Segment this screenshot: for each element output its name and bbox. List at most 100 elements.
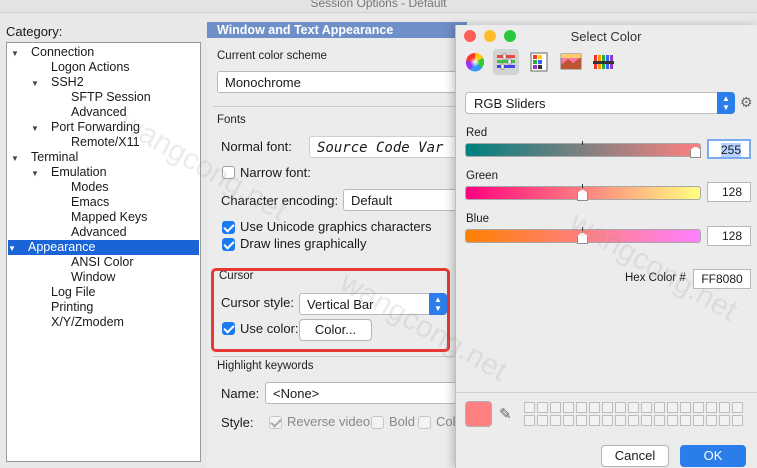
category-item[interactable]: Log File [31,285,95,300]
custom-swatch[interactable] [563,402,574,413]
red-slider[interactable] [465,143,701,157]
image-palettes-tab[interactable] [558,49,584,75]
blue-value-field[interactable]: 128 [707,226,751,246]
category-item-label: ANSI Color [71,255,134,269]
encoding-label: Character encoding: [221,193,339,208]
category-item-label: X/Y/Zmodem [51,315,124,329]
category-item-label: Terminal [31,150,79,164]
category-item-label: Window [71,270,116,284]
category-item[interactable]: Logon Actions [31,60,130,75]
custom-swatch[interactable] [732,415,743,426]
custom-swatch[interactable] [615,415,626,426]
custom-swatch[interactable] [524,402,535,413]
ok-button[interactable]: OK [680,445,746,467]
custom-swatch[interactable] [680,402,691,413]
custom-swatch[interactable] [706,415,717,426]
custom-swatch[interactable] [563,415,574,426]
custom-swatch[interactable] [628,415,639,426]
crayons-tab[interactable] [590,49,616,75]
current-color-swatch[interactable] [465,401,492,427]
custom-swatch[interactable] [667,415,678,426]
custom-swatch[interactable] [693,402,704,413]
disclosure-triangle-icon[interactable]: ▼ [11,151,23,166]
category-item[interactable]: Advanced [51,105,127,120]
disclosure-triangle-icon[interactable]: ▼ [31,166,43,181]
custom-swatch[interactable] [537,415,548,426]
custom-swatch[interactable] [615,402,626,413]
category-item[interactable]: Emacs [51,195,109,210]
color-checkbox[interactable] [418,416,431,429]
color-label: Col [436,414,455,429]
category-item[interactable]: Printing [31,300,93,315]
custom-swatch[interactable] [537,402,548,413]
category-item[interactable]: ▼ Terminal [11,150,78,165]
custom-swatch[interactable] [732,402,743,413]
normal-font-field[interactable]: Source Code Var [309,136,457,158]
image-palette-icon [560,53,582,70]
category-item[interactable]: Mapped Keys [51,210,147,225]
category-item[interactable]: SFTP Session [51,90,151,105]
category-item[interactable]: X/Y/Zmodem [31,315,124,330]
custom-swatch[interactable] [706,402,717,413]
eyedropper-icon[interactable]: ✎ [499,405,512,423]
color-scheme-select[interactable]: Monochrome [217,71,457,93]
custom-swatch[interactable] [524,415,535,426]
encoding-select[interactable]: Default [343,189,457,211]
custom-swatch[interactable] [576,415,587,426]
red-label: Red [466,127,488,139]
gear-icon[interactable]: ⚙ [740,94,753,111]
custom-swatch[interactable] [680,415,691,426]
green-slider-midtick [582,184,583,188]
window-title-bar: Session Options - Default [0,0,757,13]
color-mode-select[interactable]: RGB Sliders ▲ ▼ [465,92,735,114]
color-wheel-tab[interactable] [462,49,488,75]
category-item[interactable]: Remote/X11 [51,135,140,150]
red-value-field[interactable]: 255 [707,139,751,159]
category-label: Category: [6,24,63,39]
category-item[interactable]: ▼ Port Forwarding [31,120,140,135]
custom-swatch[interactable] [602,415,613,426]
category-item[interactable]: ▼ Appearance [8,240,199,255]
custom-swatch[interactable] [693,415,704,426]
category-item[interactable]: ▼ Connection [11,45,94,60]
custom-swatch[interactable] [641,415,652,426]
unicode-graphics-checkbox[interactable] [222,221,235,234]
category-item[interactable]: Window [51,270,115,285]
reverse-video-checkbox[interactable] [269,416,282,429]
custom-swatch[interactable] [589,415,600,426]
disclosure-triangle-icon[interactable]: ▼ [11,46,23,61]
category-item[interactable]: ANSI Color [51,255,134,270]
draw-lines-checkbox[interactable] [222,238,235,251]
custom-swatch[interactable] [550,402,561,413]
disclosure-triangle-icon[interactable]: ▼ [31,76,43,91]
category-tree: ▼ Connection Logon Actions ▼ SSH2 SFTP Sessio… [6,42,201,462]
custom-swatch[interactable] [641,402,652,413]
bold-label: Bold [389,414,416,429]
category-item[interactable]: Advanced [51,225,127,240]
color-mode-value: RGB Sliders [474,96,546,111]
custom-swatch[interactable] [719,402,730,413]
disclosure-triangle-icon[interactable]: ▼ [8,241,20,256]
bold-checkbox[interactable] [371,416,384,429]
palettes-tab[interactable] [526,49,552,75]
custom-swatch[interactable] [667,402,678,413]
category-item[interactable]: ▼ SSH2 [31,75,84,90]
category-item[interactable]: Modes [51,180,109,195]
disclosure-triangle-icon[interactable]: ▼ [31,121,43,136]
green-value-field[interactable]: 128 [707,182,751,202]
custom-swatch[interactable] [602,402,613,413]
cancel-button[interactable]: Cancel [601,445,669,467]
custom-swatch[interactable] [628,402,639,413]
custom-swatch[interactable] [654,415,665,426]
custom-swatch[interactable] [654,402,665,413]
sliders-tab[interactable] [493,49,519,75]
keyword-name-select[interactable]: <None> [265,382,457,404]
hex-value-field[interactable]: FF8080 [693,269,751,289]
custom-swatch[interactable] [589,402,600,413]
custom-swatch-grid[interactable] [524,402,746,428]
narrow-font-checkbox[interactable] [222,166,235,179]
custom-swatch[interactable] [550,415,561,426]
custom-swatch[interactable] [719,415,730,426]
category-item[interactable]: ▼ Emulation [31,165,107,180]
custom-swatch[interactable] [576,402,587,413]
